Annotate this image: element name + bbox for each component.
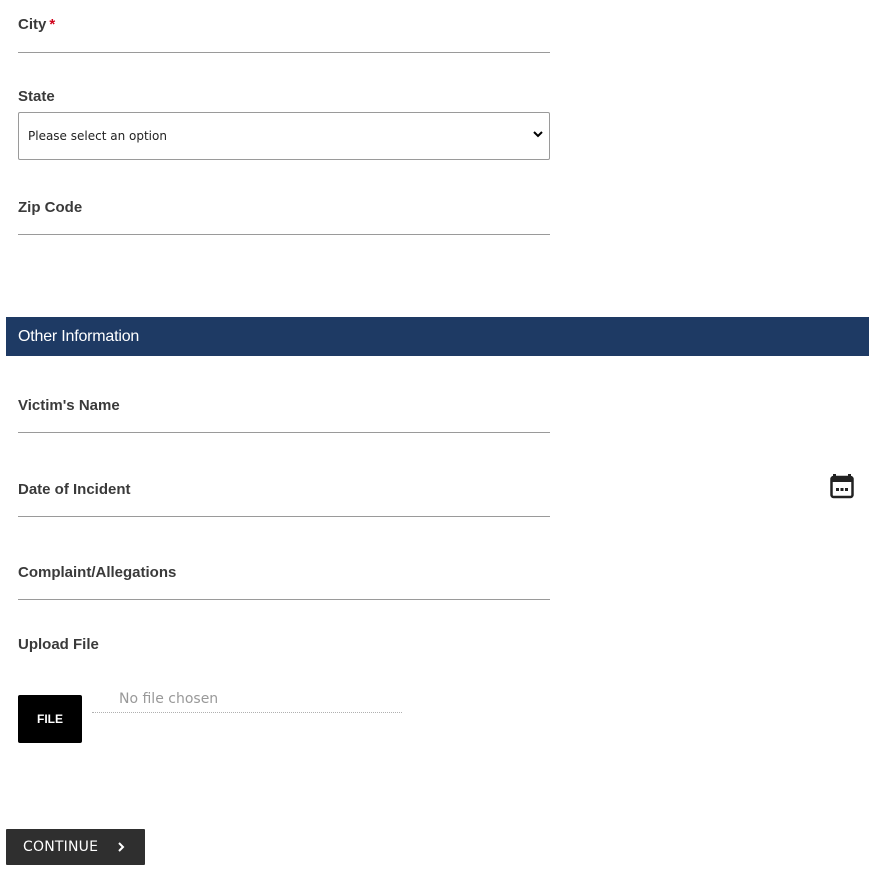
zip-code-input[interactable] [18, 234, 550, 235]
state-select-value: Please select an option [28, 129, 167, 143]
other-information-header: Other Information [6, 317, 869, 356]
complaint-input[interactable] [18, 599, 550, 600]
continue-label: CONTINUE [23, 839, 99, 855]
city-input[interactable] [18, 52, 550, 53]
complaint-label: Complaint/Allegations [18, 564, 177, 581]
file-status-field[interactable]: No file chosen [92, 688, 402, 713]
state-label: State [18, 88, 55, 105]
city-label-text: City [18, 16, 47, 33]
upload-file-label: Upload File [18, 636, 99, 653]
zip-code-label: Zip Code [18, 199, 83, 216]
calendar-icon[interactable] [830, 473, 854, 499]
chevron-right-icon [118, 842, 125, 852]
date-of-incident-input[interactable] [18, 516, 550, 517]
victim-name-label: Victim's Name [18, 397, 120, 414]
file-button[interactable]: FILE [18, 695, 82, 743]
required-mark: * [49, 16, 56, 33]
victim-name-input[interactable] [18, 432, 550, 433]
continue-button[interactable]: CONTINUE [6, 829, 145, 865]
date-of-incident-label: Date of Incident [18, 481, 131, 498]
city-label: City * [18, 16, 55, 33]
state-select[interactable]: Please select an option [18, 112, 550, 160]
chevron-down-icon [533, 131, 543, 138]
form-page: City * State Please select an option Zip … [0, 0, 885, 894]
section-title: Other Information [18, 328, 140, 345]
file-status-text: No file chosen [119, 691, 219, 707]
